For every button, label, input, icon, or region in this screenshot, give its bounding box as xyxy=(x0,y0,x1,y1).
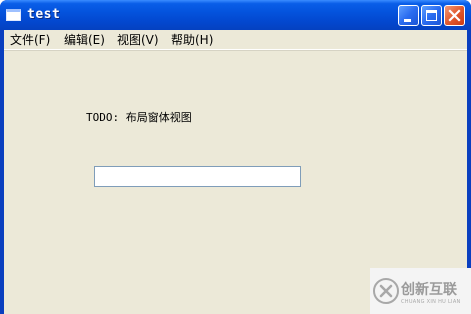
watermark-text: 创新互联 xyxy=(401,282,457,298)
watermark-logo-icon xyxy=(373,278,399,304)
title-bar[interactable]: test xyxy=(0,0,471,30)
todo-label: TODO: 布局窗体视图 xyxy=(86,111,192,124)
menu-file[interactable]: 文件(F) xyxy=(10,32,50,48)
watermark-subtext: CHUANG XIN HU LIAN xyxy=(401,299,461,305)
menu-bar: 文件(F) 编辑(E) 视图(V) 帮助(H) xyxy=(4,30,467,50)
app-window: test 文件(F) 编辑(E) 视图(V) 帮助(H) TODO: 布局窗体视… xyxy=(0,0,471,314)
close-button[interactable] xyxy=(444,5,465,26)
menu-edit[interactable]: 编辑(E) xyxy=(64,32,105,48)
app-window-icon[interactable] xyxy=(6,9,21,21)
menu-help[interactable]: 帮助(H) xyxy=(171,32,213,48)
maximize-icon xyxy=(426,10,437,21)
close-icon xyxy=(448,9,461,22)
menu-view[interactable]: 视图(V) xyxy=(117,32,159,48)
minimize-button[interactable] xyxy=(398,5,419,26)
window-title: test xyxy=(27,7,61,22)
watermark: 创新互联 CHUANG XIN HU LIAN xyxy=(370,268,471,314)
text-input[interactable] xyxy=(94,166,301,187)
minimize-icon xyxy=(404,19,411,22)
maximize-button[interactable] xyxy=(421,5,442,26)
